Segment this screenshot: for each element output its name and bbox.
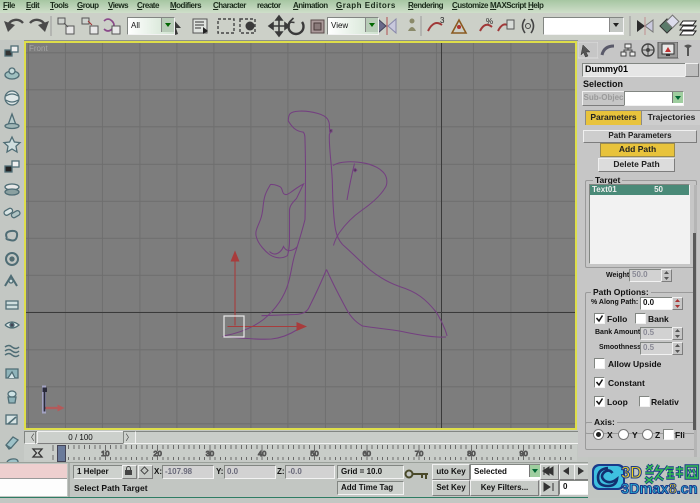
svg-text:50: 50	[310, 449, 318, 458]
svg-text:20: 20	[153, 449, 161, 458]
svg-text:3Dmax8.cn: 3Dmax8.cn	[621, 482, 698, 498]
svg-text:%: %	[486, 17, 493, 26]
svg-text:30: 30	[206, 449, 214, 458]
svg-text:80: 80	[467, 449, 475, 458]
svg-text:70: 70	[415, 449, 423, 458]
svg-text:90: 90	[520, 449, 528, 458]
svg-text:40: 40	[258, 449, 266, 458]
svg-text:3D: 3D	[621, 464, 642, 482]
svg-text:3: 3	[440, 16, 445, 25]
svg-text:10: 10	[101, 449, 109, 458]
svg-text:60: 60	[363, 449, 371, 458]
